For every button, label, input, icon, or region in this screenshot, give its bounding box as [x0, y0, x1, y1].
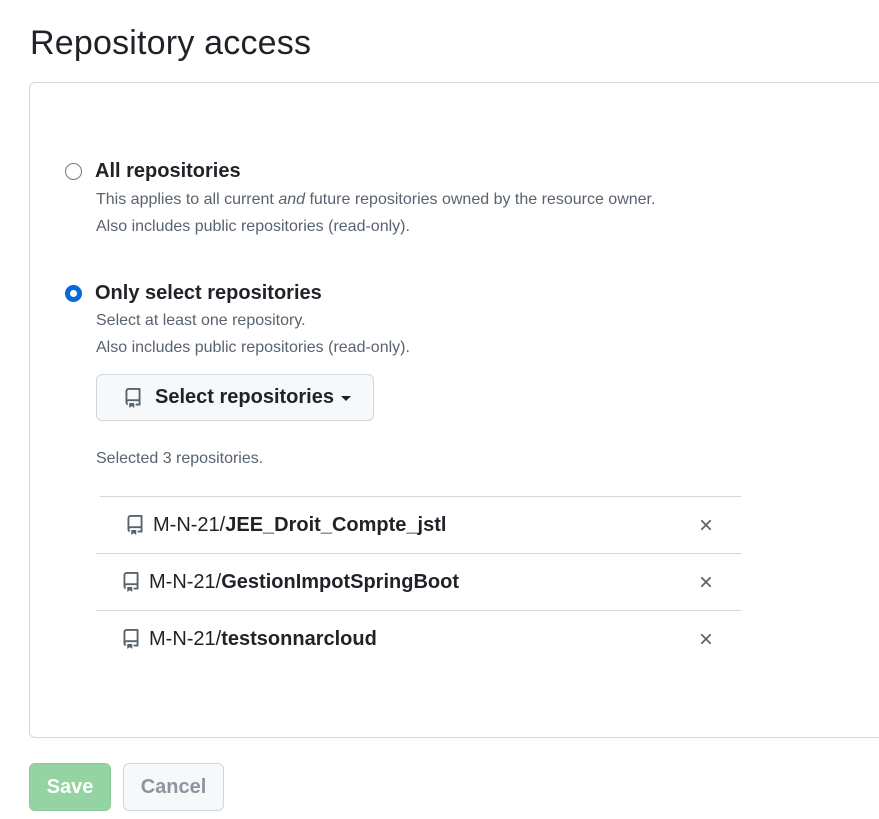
caret-down-icon [340, 396, 351, 401]
only-select-description-line2: Also includes public repositories (read-… [96, 339, 410, 356]
option-only-select-repositories[interactable]: Only select repositories [65, 282, 322, 305]
only-select-repositories-radio[interactable] [65, 285, 82, 302]
list-item: M-N-21/JEE_Droit_Compte_jstl [100, 496, 741, 553]
remove-repository-button[interactable] [697, 630, 715, 648]
repo-name: testsonnarcloud [221, 627, 377, 650]
only-select-repositories-label: Only select repositories [95, 282, 322, 304]
repo-owner: M-N-21/ [149, 570, 222, 593]
option-all-repositories[interactable]: All repositories [65, 160, 241, 183]
repo-name: GestionImpotSpringBoot [221, 570, 459, 593]
all-repositories-description: This applies to all current and future r… [96, 191, 655, 209]
cancel-button[interactable]: Cancel [123, 763, 224, 811]
selected-repositories-list: M-N-21/JEE_Droit_Compte_jstl M-N-21/Gest… [96, 496, 741, 667]
repo-full-name: M-N-21/JEE_Droit_Compte_jstl [153, 514, 446, 537]
all-desc-part1: This applies to all current [96, 191, 279, 208]
repo-full-name: M-N-21/GestionImpotSpringBoot [149, 571, 459, 594]
repository-access-page: Repository access All repositories This … [0, 0, 879, 819]
save-button[interactable]: Save [29, 763, 111, 811]
all-repositories-description-line2: Also includes public repositories (read-… [96, 218, 410, 235]
page-title: Repository access [30, 24, 312, 62]
only-select-description-line1: Select at least one repository. [96, 312, 306, 329]
repo-icon [125, 514, 145, 536]
repo-owner: M-N-21/ [153, 513, 226, 536]
remove-repository-button[interactable] [697, 516, 715, 534]
repo-name: JEE_Droit_Compte_jstl [225, 513, 447, 536]
close-icon [700, 633, 712, 645]
remove-repository-button[interactable] [697, 573, 715, 591]
select-repositories-button[interactable]: Select repositories [96, 374, 374, 421]
repo-full-name: M-N-21/testsonnarcloud [149, 628, 377, 651]
selected-count-text: Selected 3 repositories. [96, 450, 264, 467]
repo-owner: M-N-21/ [149, 627, 222, 650]
all-repositories-label: All repositories [95, 160, 241, 182]
all-desc-emphasis: and [278, 191, 306, 208]
all-desc-part2: future repositories owned by the resourc… [305, 191, 656, 208]
close-icon [700, 576, 712, 588]
close-icon [700, 519, 712, 531]
list-item: M-N-21/testsonnarcloud [96, 610, 741, 667]
all-repositories-radio[interactable] [65, 163, 82, 180]
repo-icon [121, 628, 141, 650]
select-repositories-label: Select repositories [155, 386, 334, 408]
repo-icon [123, 387, 143, 409]
repo-icon [121, 571, 141, 593]
list-item: M-N-21/GestionImpotSpringBoot [96, 553, 741, 610]
